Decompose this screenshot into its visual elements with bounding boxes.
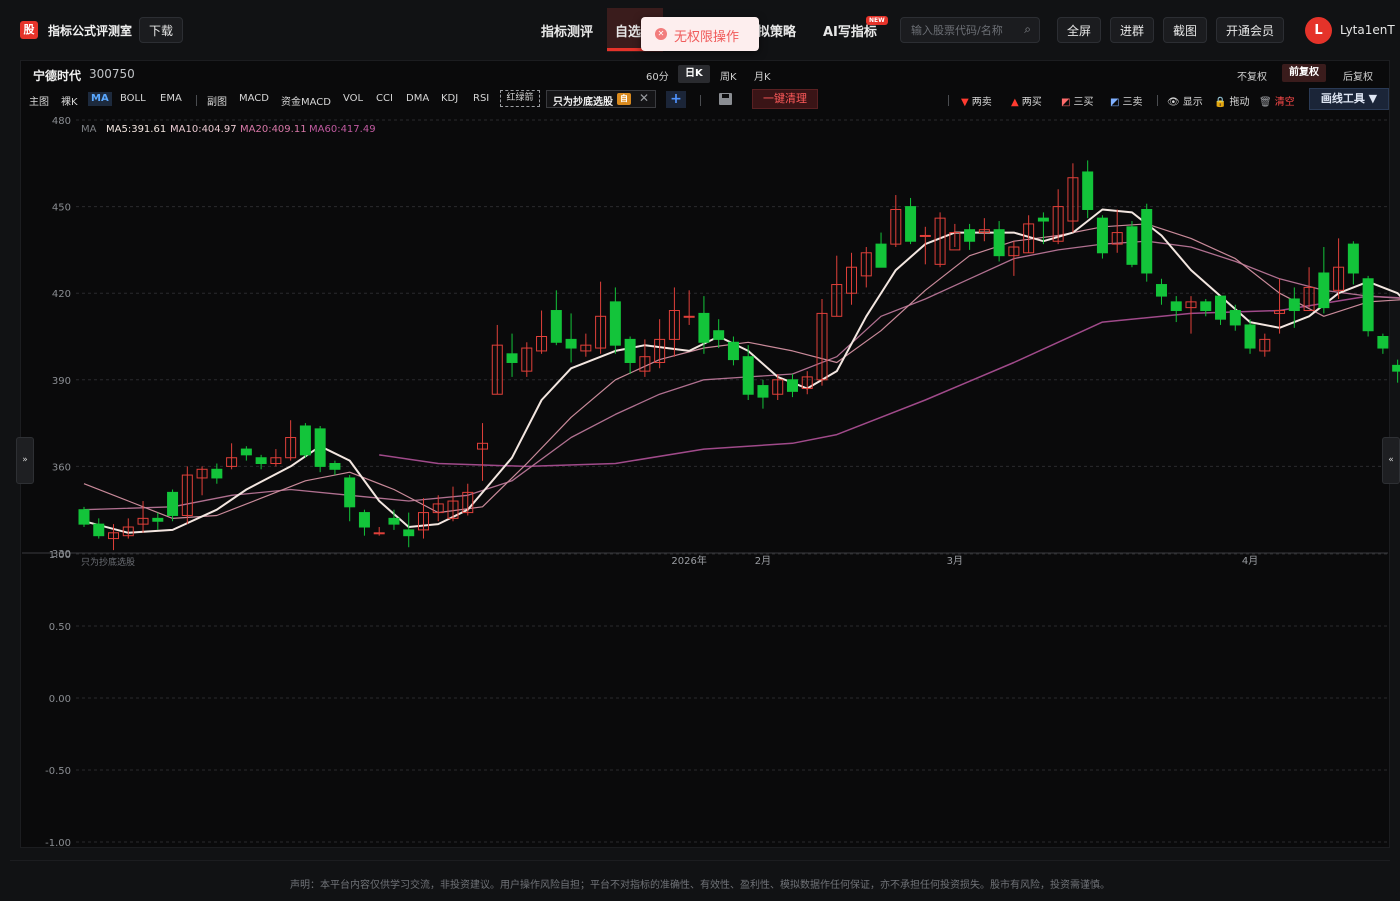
expand-right-tab[interactable]: « [1382,437,1400,484]
candle-body [919,234,931,237]
ma-lines [83,208,1400,534]
price-tick-label: 390 [52,376,71,387]
disclaimer: 声明：本平台内容仅供学习交流，非投资建议。用户操作风险自担；平台不对指标的准确性… [290,880,1110,891]
sub-tick-label: 0.00 [49,694,71,705]
candle-body [1215,295,1227,320]
sub-tick-label: 1.00 [49,550,71,561]
candle-body [1229,310,1241,326]
candle-body [1200,301,1212,312]
candle-body [786,379,798,392]
candle-body [1126,226,1138,265]
candle-body [565,338,577,349]
price-tick-label: 360 [52,462,71,473]
candle-body [1170,301,1182,312]
kline-chart[interactable]: 4804504203903603301.000.500.00-0.50-1.00… [0,0,1400,900]
candle-body [373,532,385,535]
candle-body [1288,298,1300,312]
candle-body [403,529,415,537]
price-tick-label: 450 [52,203,71,214]
permission-toast: ✕ 无权限操作 [641,17,759,51]
candle-body [1318,272,1330,309]
price-tick-label: 480 [52,116,71,127]
ma20-legend: MA20:409.11 [240,124,307,135]
x-tick-label: 3月 [947,555,963,567]
candle-body [757,385,769,398]
ma5-legend: MA5:391.61 [106,124,166,135]
candle-body [329,463,341,470]
candle-body [1377,336,1389,349]
candle-body [344,477,356,508]
expand-left-tab[interactable]: » [16,437,34,484]
candle-body [388,517,400,525]
price-tick-label: 420 [52,289,71,300]
candle-body [1347,243,1359,274]
sub-tick-label: -0.50 [45,766,71,777]
candle-body [698,312,710,343]
candle-body [624,338,636,363]
axis-labels: 4804504203903603301.000.500.00-0.50-1.00… [45,116,1258,849]
ma10-legend: MA10:404.97 [170,124,237,135]
candle-body [506,353,518,363]
error-icon: ✕ [655,28,667,40]
x-tick-label: 4月 [1242,555,1258,567]
candle-body [78,509,90,525]
candle-body [875,243,887,268]
candle-body [1096,217,1108,254]
candle-body [683,315,695,318]
x-tick-label: 2月 [755,555,771,567]
candle-body [93,523,105,537]
candle-body [742,356,754,395]
ma60-legend: MA60:417.49 [309,124,376,135]
candle-body [1392,364,1400,372]
x-tick-label: 2026年 [671,554,706,567]
candle-body [358,512,370,528]
candle-body [993,229,1005,257]
candle-body [299,425,311,456]
candle-body [1037,217,1049,222]
candle-body [1141,208,1153,274]
candle-body [1244,324,1256,349]
candle-body [167,491,179,516]
candle-body [211,468,223,479]
candle-body [964,229,976,242]
candle-body [314,428,326,467]
candle-body [240,448,252,456]
toast-text: 无权限操作 [674,30,740,45]
candle-body [727,341,739,361]
candle-body [609,301,621,346]
sub-tick-label: 0.50 [49,622,71,633]
candle-body [1362,278,1374,332]
ma60-line [379,295,1400,468]
ma10-line [83,223,1400,520]
candle-body [1082,171,1094,210]
candle-body [713,330,725,340]
sub-panel-title: 只为抄底选股 [81,556,135,568]
candle-body [905,206,917,242]
sub-tick-label: -1.00 [45,838,71,849]
candle-body [255,457,267,465]
candle-body [1155,284,1167,297]
candle-body [152,517,164,522]
candle-body [550,310,562,343]
grid [22,119,1388,843]
ma5-line [83,208,1400,534]
ma-legend-prefix: MA [81,124,97,135]
